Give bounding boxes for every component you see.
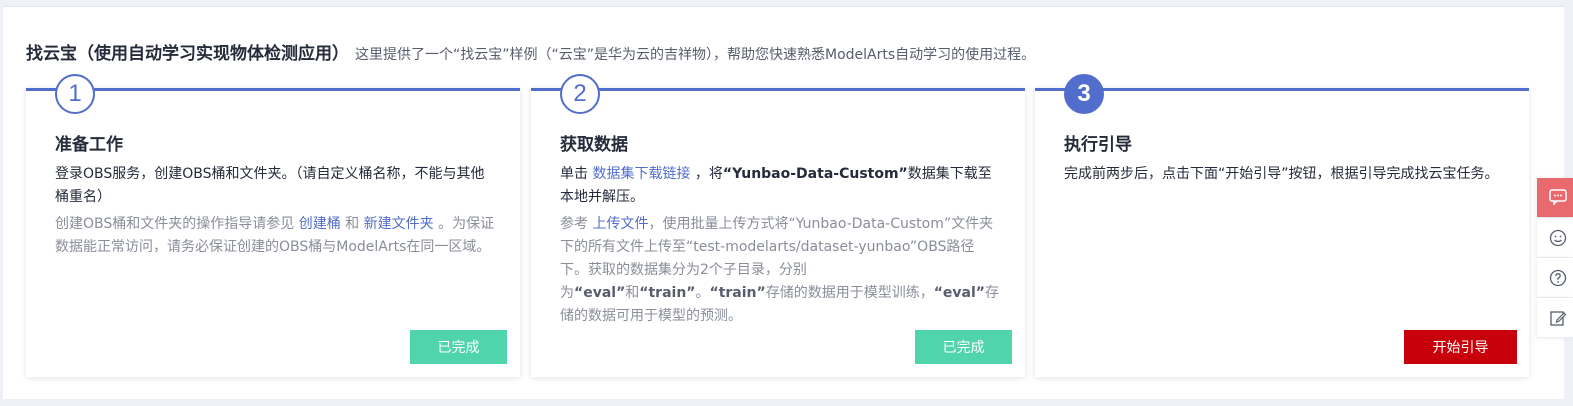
step-number: 2	[560, 74, 600, 114]
page-title: 找云宝（使用自动学习实现物体检测应用）	[26, 44, 349, 64]
step2-done-button[interactable]: 已完成	[915, 330, 1012, 364]
step-title: 执行引导	[1064, 135, 1132, 155]
main-text: 单击	[560, 166, 588, 182]
sub-text: 和	[625, 285, 640, 301]
sub-text: 存储的数据用于模型训练，	[765, 285, 934, 301]
step-card-2: 2 获取数据 单击 数据集下载链接 ，将“Yunbao-Data-Custom”…	[531, 74, 1025, 377]
step-title: 准备工作	[55, 135, 123, 155]
train-label: “train”	[639, 285, 696, 301]
step-card-3: 3 执行引导 完成前两步后，点击下面“开始引导”按钮，根据引导完成找云宝任务。 …	[1035, 74, 1529, 377]
step-main-text: 登录OBS服务，创建OBS桶和文件夹。（请自定义桶名称，不能与其他桶重名）	[55, 166, 485, 205]
step-main-text: 完成前两步后，点击下面“开始引导”按钮，根据引导完成找云宝任务。	[1064, 166, 1499, 182]
step-number: 1	[55, 74, 95, 114]
sub-text: 。	[695, 285, 710, 301]
edit-icon[interactable]	[1537, 298, 1573, 338]
step-bar	[26, 88, 520, 91]
step-number: 3	[1064, 74, 1104, 114]
dataset-download-link[interactable]: 数据集下载链接	[592, 166, 690, 182]
side-toolbar	[1537, 178, 1573, 338]
sub-text: 和	[345, 216, 360, 232]
new-folder-link[interactable]: 新建文件夹	[364, 216, 434, 232]
step-title: 获取数据	[560, 135, 628, 155]
step-bar	[531, 88, 1025, 91]
train-label: “train”	[709, 285, 766, 301]
step-body: 登录OBS服务，创建OBS桶和文件夹。（请自定义桶名称，不能与其他桶重名） 创建…	[55, 163, 495, 259]
chat-icon[interactable]	[1537, 178, 1573, 218]
step-body: 完成前两步后，点击下面“开始引导”按钮，根据引导完成找云宝任务。	[1064, 163, 1504, 186]
eval-label: “eval”	[574, 285, 626, 301]
eval-label: “eval”	[933, 285, 985, 301]
guide-panel: 找云宝（使用自动学习实现物体检测应用） 这里提供了一个“找云宝”样例（“云宝”是华…	[3, 6, 1564, 399]
dataset-name: “Yunbao-Data-Custom”	[722, 166, 908, 182]
sub-text: 参考	[560, 216, 588, 232]
header: 找云宝（使用自动学习实现物体检测应用） 这里提供了一个“找云宝”样例（“云宝”是华…	[26, 39, 1035, 64]
help-icon[interactable]	[1537, 258, 1573, 298]
smile-icon[interactable]	[1537, 218, 1573, 258]
step-sub-text: 创建OBS桶和文件夹的操作指导请参见 创建桶 和 新建文件夹 。为保证数据能正常…	[55, 213, 495, 259]
step-body: 单击 数据集下载链接 ，将“Yunbao-Data-Custom”数据集下载至本…	[560, 163, 1000, 328]
upload-file-link[interactable]: 上传文件	[592, 216, 648, 232]
step-main-text: 单击 数据集下载链接 ，将“Yunbao-Data-Custom”数据集下载至本…	[560, 163, 1000, 209]
step-bar	[1035, 88, 1529, 91]
page-description: 这里提供了一个“找云宝”样例（“云宝”是华为云的吉祥物），帮助您快速熟悉Mode…	[355, 47, 1036, 63]
step1-done-button[interactable]: 已完成	[410, 330, 507, 364]
sub-text: 创建OBS桶和文件夹的操作指导请参见	[55, 216, 295, 232]
start-guide-button[interactable]: 开始引导	[1404, 330, 1517, 364]
create-bucket-link[interactable]: 创建桶	[299, 216, 341, 232]
main-text: ，将	[694, 166, 723, 182]
step-sub-text: 参考 上传文件，使用批量上传方式将“Yunbao-Data-Custom”文件夹…	[560, 213, 1000, 328]
step-card-1: 1 准备工作 登录OBS服务，创建OBS桶和文件夹。（请自定义桶名称，不能与其他…	[26, 74, 520, 377]
